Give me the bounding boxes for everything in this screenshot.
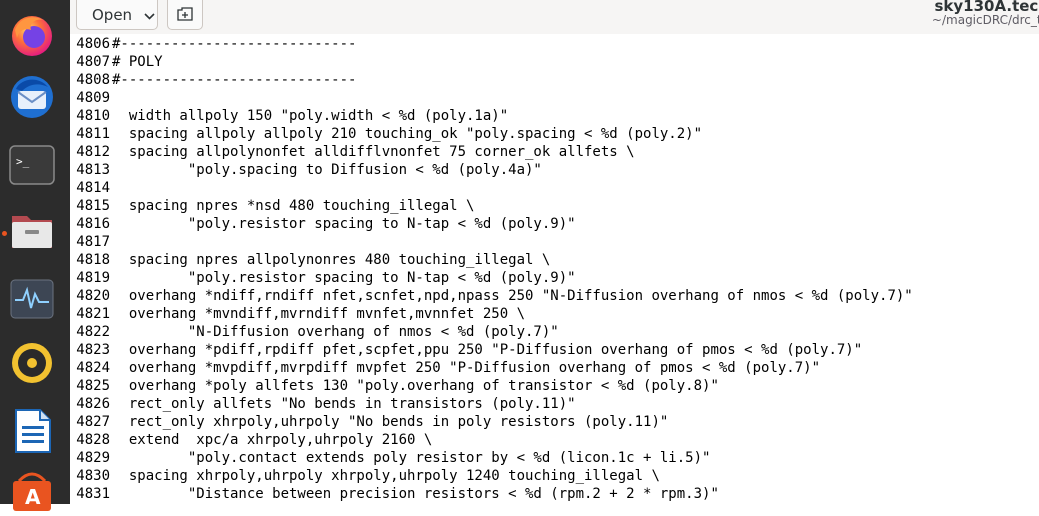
libreoffice-writer-icon[interactable] xyxy=(7,406,57,456)
thunderbird-icon[interactable] xyxy=(7,72,57,122)
files-icon[interactable] xyxy=(7,206,57,256)
code-line: 4811 spacing allpoly allpoly 210 touchin… xyxy=(70,125,702,143)
line-number: 4825 xyxy=(70,377,112,395)
code-line: 4824 overhang *mvpdiff,mvrpdiff mvpfet 2… xyxy=(70,359,820,377)
line-number: 4826 xyxy=(70,395,112,413)
line-number: 4818 xyxy=(70,251,112,269)
line-number: 4807 xyxy=(70,53,112,71)
code-line: 4826 rect_only allfets "No bends in tran… xyxy=(70,395,576,413)
line-text: "poly.contact extends poly resistor by <… xyxy=(112,449,710,467)
line-text: overhang *pdiff,rpdiff pfet,scpfet,ppu 2… xyxy=(112,341,862,359)
code-line: 4829 "poly.contact extends poly resistor… xyxy=(70,449,710,467)
software-center-icon[interactable]: A xyxy=(7,466,57,516)
line-number: 4828 xyxy=(70,431,112,449)
line-text: #---------------------------- xyxy=(112,71,356,89)
line-text: spacing npres *nsd 480 touching_illegal … xyxy=(112,197,474,215)
code-line: 4820 overhang *ndiff,rndiff nfet,scnfet,… xyxy=(70,287,913,305)
line-number: 4821 xyxy=(70,305,112,323)
open-label: Open xyxy=(92,6,132,24)
line-number: 4809 xyxy=(70,89,112,107)
line-number: 4827 xyxy=(70,413,112,431)
line-number: 4806 xyxy=(70,35,112,53)
svg-text:A: A xyxy=(25,485,41,509)
line-text: overhang *mvpdiff,mvrpdiff mvpfet 250 "P… xyxy=(112,359,820,377)
line-text: width allpoly 150 "poly.width < %d (poly… xyxy=(112,107,508,125)
line-number: 4822 xyxy=(70,323,112,341)
code-line: 4822 "N-Diffusion overhang of nmos < %d … xyxy=(70,323,559,341)
line-number: 4831 xyxy=(70,485,112,503)
code-line: 4828 extend xpc/a xhrpoly,uhrpoly 2160 \ xyxy=(70,431,432,449)
line-number: 4815 xyxy=(70,197,112,215)
line-number: 4814 xyxy=(70,179,112,197)
code-line: 4815 spacing npres *nsd 480 touching_ill… xyxy=(70,197,474,215)
line-text: "poly.resistor spacing to N-tap < %d (po… xyxy=(112,215,576,233)
code-line: 4817 xyxy=(70,233,112,251)
line-number: 4810 xyxy=(70,107,112,125)
new-tab-button[interactable] xyxy=(167,0,203,30)
code-line: 4831 "Distance between precision resisto… xyxy=(70,485,719,503)
line-text: overhang *poly allfets 130 "poly.overhan… xyxy=(112,377,719,395)
line-number: 4812 xyxy=(70,143,112,161)
chevron-down-icon xyxy=(144,6,155,24)
code-line: 4827 rect_only xhrpoly,uhrpoly "No bends… xyxy=(70,413,668,431)
line-text: overhang *mvndiff,mvrndiff mvnfet,mvnnfe… xyxy=(112,305,525,323)
code-line: 4807# POLY xyxy=(70,53,163,71)
line-number: 4813 xyxy=(70,161,112,179)
text-editor[interactable]: 4806#----------------------------4807# P… xyxy=(70,34,1039,504)
code-line: 4812 spacing allpolynonfet alldifflvnonf… xyxy=(70,143,635,161)
line-number: 4817 xyxy=(70,233,112,251)
line-number: 4823 xyxy=(70,341,112,359)
code-line: 4825 overhang *poly allfets 130 "poly.ov… xyxy=(70,377,719,395)
line-number: 4808 xyxy=(70,71,112,89)
dock: >_ A xyxy=(0,0,71,504)
line-text: # POLY xyxy=(112,53,163,71)
open-button[interactable]: Open xyxy=(76,0,158,30)
code-line: 4821 overhang *mvndiff,mvrndiff mvnfet,m… xyxy=(70,305,525,323)
line-number: 4811 xyxy=(70,125,112,143)
code-line: 4819 "poly.resistor spacing to N-tap < %… xyxy=(70,269,576,287)
line-text: spacing npres allpolynonres 480 touching… xyxy=(112,251,550,269)
system-monitor-icon[interactable] xyxy=(7,274,57,324)
line-number: 4829 xyxy=(70,449,112,467)
line-text: spacing xhrpoly,uhrpoly xhrpoly,uhrpoly … xyxy=(112,467,660,485)
line-number: 4824 xyxy=(70,359,112,377)
firefox-icon[interactable] xyxy=(7,10,57,60)
line-text: "poly.resistor spacing to N-tap < %d (po… xyxy=(112,269,576,287)
code-line: 4830 spacing xhrpoly,uhrpoly xhrpoly,uhr… xyxy=(70,467,660,485)
line-text: rect_only xhrpoly,uhrpoly "No bends in p… xyxy=(112,413,668,431)
line-number: 4820 xyxy=(70,287,112,305)
line-text: "poly.spacing to Diffusion < %d (poly.4a… xyxy=(112,161,542,179)
code-line: 4816 "poly.resistor spacing to N-tap < %… xyxy=(70,215,576,233)
line-number: 4819 xyxy=(70,269,112,287)
header-bar: Open sky130A.tech ~/magicDRC/drc_te xyxy=(70,0,1039,35)
line-text: extend xpc/a xhrpoly,uhrpoly 2160 \ xyxy=(112,431,432,449)
running-indicator xyxy=(2,231,7,236)
code-line: 4813 "poly.spacing to Diffusion < %d (po… xyxy=(70,161,542,179)
line-text: #---------------------------- xyxy=(112,35,356,53)
terminal-icon[interactable]: >_ xyxy=(7,140,57,190)
line-text: rect_only allfets "No bends in transisto… xyxy=(112,395,576,413)
line-text: "N-Diffusion overhang of nmos < %d (poly… xyxy=(112,323,559,341)
code-line: 4806#---------------------------- xyxy=(70,35,356,53)
svg-text:>_: >_ xyxy=(16,155,30,168)
code-line: 4814 xyxy=(70,179,112,197)
code-line: 4823 overhang *pdiff,rpdiff pfet,scpfet,… xyxy=(70,341,862,359)
rhythmbox-icon[interactable] xyxy=(7,338,57,388)
line-text: spacing allpoly allpoly 210 touching_ok … xyxy=(112,125,702,143)
line-text: "Distance between precision resistors < … xyxy=(112,485,719,503)
line-number: 4830 xyxy=(70,467,112,485)
code-line: 4810 width allpoly 150 "poly.width < %d … xyxy=(70,107,508,125)
code-line: 4808#---------------------------- xyxy=(70,71,356,89)
code-line: 4818 spacing npres allpolynonres 480 tou… xyxy=(70,251,550,269)
document-path: ~/magicDRC/drc_te xyxy=(932,13,1039,27)
line-text: spacing allpolynonfet alldifflvnonfet 75… xyxy=(112,143,635,161)
new-tab-icon xyxy=(177,6,193,25)
line-text: overhang *ndiff,rndiff nfet,scnfet,npd,n… xyxy=(112,287,913,305)
line-number: 4816 xyxy=(70,215,112,233)
code-line: 4809 xyxy=(70,89,112,107)
